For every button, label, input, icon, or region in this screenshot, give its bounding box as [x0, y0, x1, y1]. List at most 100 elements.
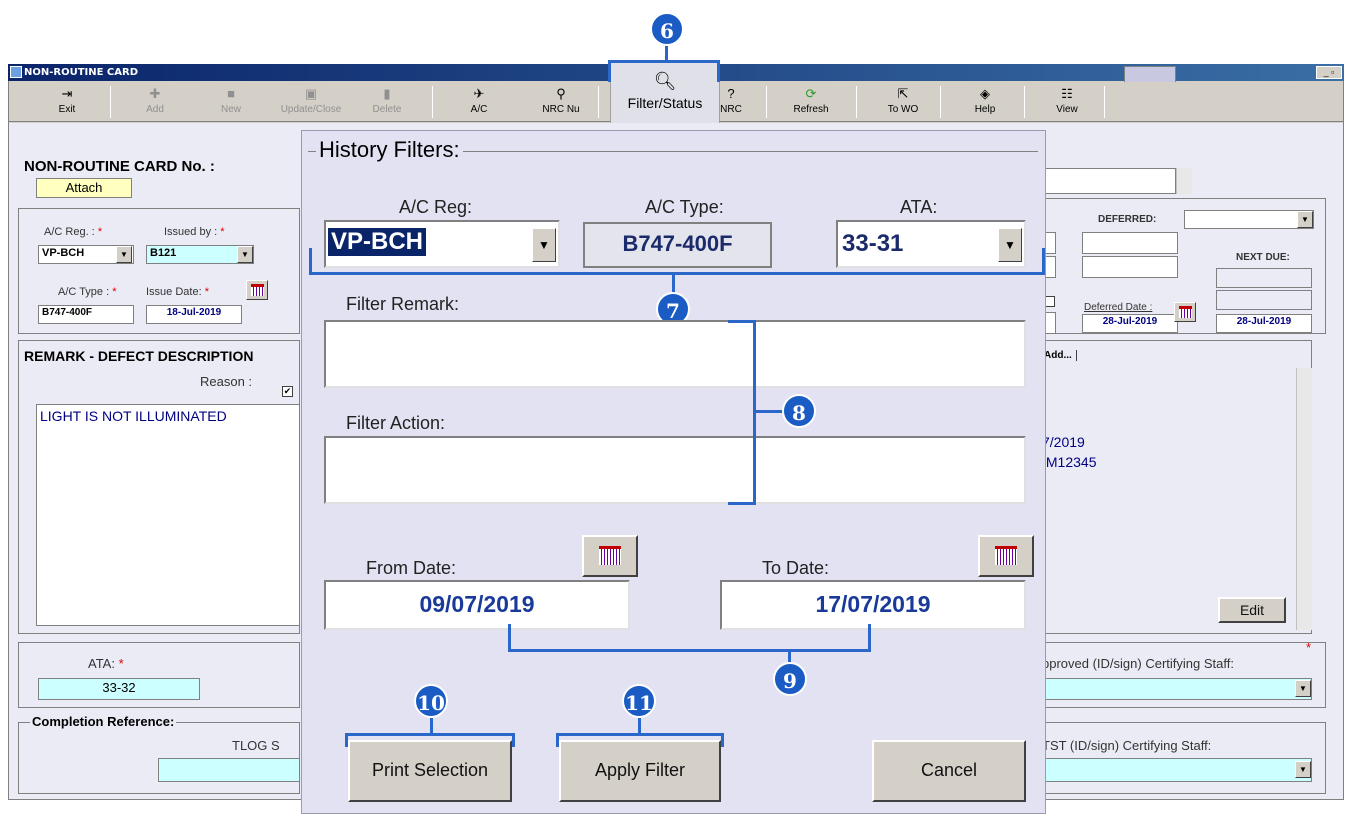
new-icon: ■ [227, 86, 235, 101]
save-icon: ▣ [304, 86, 318, 101]
chevron-down-icon[interactable]: ▼ [1295, 680, 1311, 697]
deferred-field-2[interactable] [1082, 256, 1178, 278]
refresh-icon: ⟳ [805, 86, 817, 101]
issue-date-label: Issue Date: * [146, 286, 209, 298]
chevron-down-icon[interactable]: ▼ [116, 246, 132, 263]
toolbar-separator [598, 86, 599, 118]
cancel-button[interactable]: Cancel [872, 740, 1026, 802]
deferred-date-calendar-button[interactable] [1174, 302, 1196, 322]
from-date-calendar-button[interactable] [582, 535, 638, 577]
completion-label: Completion Reference: [30, 714, 177, 729]
window-app-icon [10, 66, 22, 78]
tlog-field[interactable] [158, 758, 300, 782]
reason-label: Reason : [200, 374, 253, 389]
chevron-down-icon[interactable]: ▼ [237, 246, 253, 263]
dialog-ata-value: 33-31 [842, 230, 904, 257]
to-wo-icon: ⇱ [897, 86, 909, 101]
issued-by-label: Issued by : * [164, 226, 225, 238]
apply-filter-button[interactable]: Apply Filter [559, 740, 721, 802]
callout-line [345, 733, 515, 736]
deferred-select[interactable] [1184, 210, 1314, 229]
filter-remark-label: Filter Remark: [346, 294, 460, 314]
tlog-label: TLOG S [232, 738, 280, 753]
reason-checkbox[interactable]: ✔ [282, 386, 293, 397]
callout-line [512, 733, 515, 747]
nrc-number-spinner[interactable] [1176, 168, 1192, 194]
chevron-down-icon[interactable]: ▼ [998, 228, 1022, 262]
ac-reg-label: A/C Reg. : * [44, 226, 103, 238]
attach-button[interactable]: Attach [36, 178, 132, 198]
deferred-date-field[interactable]: 28-Jul-2019 [1082, 314, 1178, 333]
add-button[interactable]: ✚ Add [120, 84, 190, 120]
print-selection-button[interactable]: Print Selection [348, 740, 512, 802]
next-due-date-field: 28-Jul-2019 [1216, 314, 1312, 333]
remark-text: LIGHT IS NOT ILLUMINATED [40, 408, 227, 424]
filter-status-button[interactable]: 🔍︎ Filter/Status [610, 62, 720, 124]
action-textarea[interactable] [1040, 368, 1296, 630]
refresh-button[interactable]: ⟳ Refresh [776, 84, 846, 120]
to-date-label: To Date: [762, 558, 830, 578]
filter-action-label: Filter Action: [346, 413, 446, 433]
callout-line [638, 718, 641, 734]
tst-staff-select[interactable] [1040, 758, 1312, 782]
toolbar-separator [1104, 86, 1105, 118]
approved-label: pproved (ID/sign) Certifying Staff: [1042, 656, 1234, 671]
callout-line [868, 624, 871, 652]
window-title: NON-ROUTINE CARD [24, 67, 139, 78]
dialog-ac-reg-select[interactable]: VP-BCH [324, 220, 560, 268]
filter-action-input[interactable] [324, 436, 1026, 504]
exit-button[interactable]: ⇥ Exit [32, 84, 102, 120]
chevron-down-icon[interactable]: ▼ [1295, 761, 1311, 778]
deferred-field-1[interactable] [1082, 232, 1178, 254]
toolbar-separator [1024, 86, 1025, 118]
issue-date-calendar-button[interactable] [246, 280, 268, 300]
next-due-field-1 [1216, 268, 1312, 288]
from-date-label: From Date: [366, 558, 457, 578]
toolbar-separator [432, 86, 433, 118]
callout-line [728, 502, 756, 505]
from-date-field[interactable]: 09/07/2019 [324, 580, 630, 630]
nrc-number-field[interactable] [1040, 168, 1176, 194]
callout-line [430, 718, 433, 734]
callout-10: 10 [414, 684, 448, 718]
view-button[interactable]: ☷ View [1032, 84, 1102, 120]
nrc-number-button[interactable]: ⚲ NRC Nu [526, 84, 596, 120]
callout-line [1042, 248, 1045, 274]
remark-textarea[interactable] [36, 404, 300, 626]
dialog-ac-type-label: A/C Type: [645, 197, 724, 217]
callout-11: 11 [622, 684, 656, 718]
delete-button[interactable]: ▮ Delete [352, 84, 422, 120]
approved-staff-select[interactable] [1040, 678, 1312, 700]
window-buttons[interactable]: _ ▫ [1316, 66, 1342, 79]
filter-remark-input[interactable] [324, 320, 1026, 388]
chevron-down-icon[interactable]: ▼ [1297, 211, 1313, 228]
callout-line [665, 44, 668, 62]
required-marker: * [1306, 640, 1312, 655]
callout-line [672, 274, 675, 294]
action-scrollbar[interactable] [1296, 368, 1312, 630]
help-icon: ◈ [980, 86, 990, 101]
update-close-button[interactable]: ▣ Update/Close [276, 84, 346, 120]
callout-line [608, 60, 611, 82]
chevron-down-icon[interactable]: ▼ [532, 228, 556, 262]
callout-8: 8 [782, 394, 816, 428]
callout-line [721, 733, 724, 747]
toolbar-separator [766, 86, 767, 118]
tab-add[interactable]: Add... [1044, 350, 1077, 361]
callout-line [309, 248, 312, 274]
callout-line [508, 649, 871, 652]
dialog-ac-reg-label: A/C Reg: [399, 197, 473, 217]
ac-button[interactable]: ✈ A/C [444, 84, 514, 120]
toolbar-separator [856, 86, 857, 118]
to-date-field[interactable]: 17/07/2019 [720, 580, 1026, 630]
ata-field[interactable]: 33-32 [38, 678, 200, 700]
to-date-calendar-button[interactable] [978, 535, 1034, 577]
new-button[interactable]: ■ New [196, 84, 266, 120]
callout-line [717, 60, 720, 82]
edit-button[interactable]: Edit [1218, 597, 1286, 623]
issue-date-field[interactable]: 18-Jul-2019 [146, 305, 242, 324]
help-button[interactable]: ◈ Help [950, 84, 1020, 120]
callout-line [728, 320, 756, 323]
to-wo-button[interactable]: ⇱ To WO [868, 84, 938, 120]
remark-header: REMARK - DEFECT DESCRIPTION [24, 348, 254, 364]
